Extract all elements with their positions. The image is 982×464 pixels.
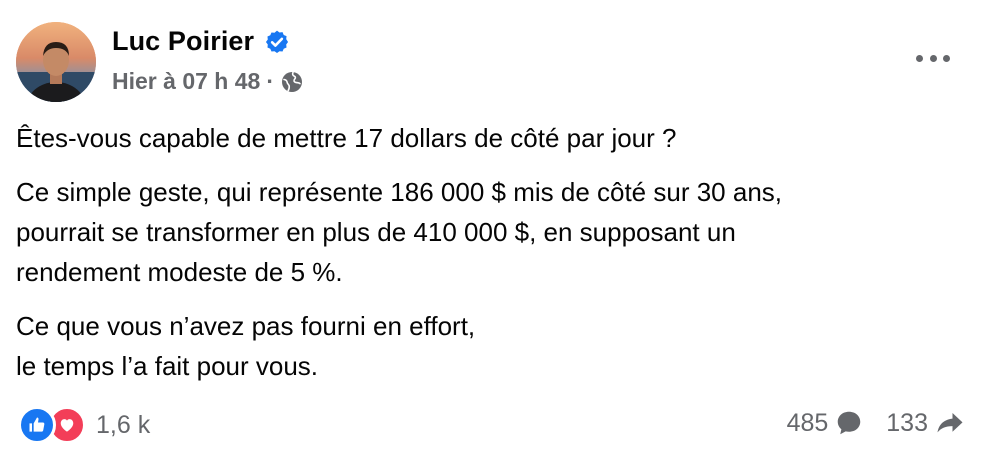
post-paragraph: Ce simple geste, qui représente 186 000 …	[16, 177, 782, 287]
shares-count: 133	[886, 408, 928, 437]
comment-icon	[838, 411, 861, 435]
meta-separator: ·	[266, 68, 274, 94]
dot-icon	[943, 54, 950, 62]
share-icon	[937, 413, 963, 433]
shares-stat[interactable]: 133	[886, 408, 966, 438]
verified-badge-icon	[266, 30, 289, 53]
post-meta: Hier à 07 h 48 ·	[112, 68, 304, 95]
engagement-stats: 485 133	[787, 408, 966, 438]
post-timestamp[interactable]: Hier à 07 h 48	[112, 68, 260, 95]
like-icon	[18, 406, 56, 444]
more-options-button[interactable]	[916, 48, 950, 68]
post-paragraph: Êtes-vous capable de mettre 17 dollars d…	[16, 123, 677, 153]
dot-icon	[929, 54, 937, 62]
reactions-count: 1,6 k	[96, 410, 151, 439]
comments-count: 485	[786, 408, 829, 437]
post-card: Luc Poirier Hier à 07 h 48 · Êtes-vous c…	[0, 0, 982, 464]
post-paragraph: Ce que vous n’avez pas fourni en effort,…	[16, 311, 476, 381]
globe-icon[interactable]	[280, 70, 304, 94]
author-name[interactable]: Luc Poirier	[112, 26, 254, 57]
dot-icon	[916, 54, 923, 62]
avatar-photo	[16, 22, 96, 102]
author-avatar[interactable]	[16, 22, 96, 102]
post-body: Êtes-vous capable de mettre 17 dollars d…	[16, 118, 946, 400]
comments-stat[interactable]: 485	[787, 408, 865, 438]
reactions-summary[interactable]: 1,6 k	[18, 406, 150, 444]
author-row: Luc Poirier	[112, 26, 290, 57]
